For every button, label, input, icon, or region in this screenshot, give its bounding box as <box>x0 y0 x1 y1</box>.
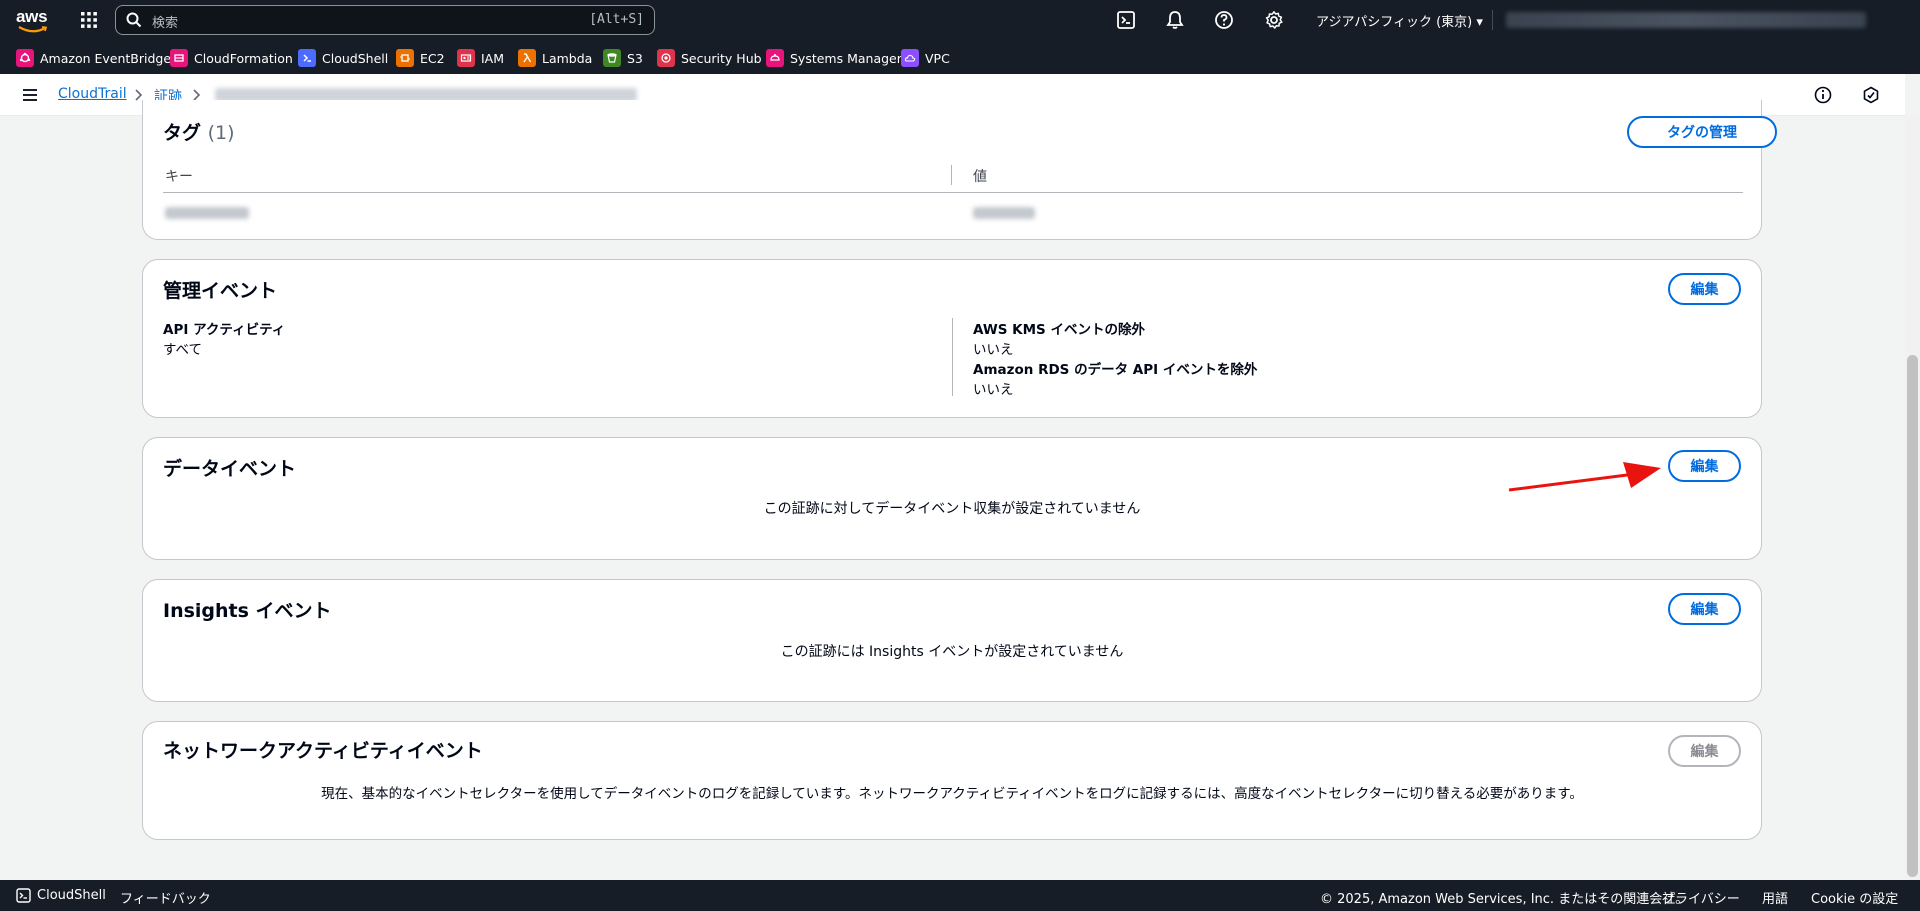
settings-gear-icon[interactable] <box>1264 10 1284 30</box>
help-icon[interactable] <box>1214 10 1234 30</box>
cloudshell-footer-icon[interactable] <box>16 888 31 903</box>
management-events-panel: 管理イベント 編集 API アクティビティ すべて AWS KMS イベントの除… <box>142 259 1762 418</box>
info-icon[interactable] <box>1814 86 1832 104</box>
systems-manager-icon <box>766 49 784 67</box>
footer-copyright: © 2025, Amazon Web Services, Inc. またはその関… <box>1320 892 1689 907</box>
favorite-lambda[interactable]: Lambda <box>518 48 592 68</box>
account-menu-blurred[interactable] <box>1506 12 1866 28</box>
tags-panel: タグ (1) タグの管理 キー 値 <box>142 100 1777 240</box>
insights-events-title: Insights イベント <box>163 600 332 622</box>
aws-logo-text: aws <box>16 7 48 26</box>
favorite-label: S3 <box>627 50 643 66</box>
rds-exclusion-label: Amazon RDS のデータ API イベントを除外 <box>973 362 1258 378</box>
network-activity-events-panel: ネットワークアクティビティイベント 編集 現在、基本的なイベントセレクターを使用… <box>142 721 1762 840</box>
top-nav-main-row: aws 検索 [Alt+S] アジアパシフィック (東京) ▾ <box>0 0 1920 40</box>
top-navigation: aws 検索 [Alt+S] アジアパシフィック (東京) ▾ Amazon E… <box>0 0 1920 74</box>
favorite-label: Amazon EventBridge <box>40 50 172 66</box>
data-events-title: データイベント <box>163 458 297 480</box>
region-selector[interactable]: アジアパシフィック (東京) ▾ <box>1316 11 1483 30</box>
aws-smile-icon <box>18 26 48 33</box>
footer-privacy-link[interactable]: プライバシー <box>1662 888 1740 907</box>
favorite-label: CloudShell <box>322 50 389 66</box>
column-divider <box>952 318 953 396</box>
kms-exclusion-value: いいえ <box>973 342 1014 358</box>
insights-events-panel: Insights イベント 編集 この証跡には Insights イベントが設定… <box>142 579 1762 702</box>
manage-tags-button[interactable]: タグの管理 <box>1627 116 1777 148</box>
favorite-vpc[interactable]: VPC <box>901 48 950 68</box>
search-input[interactable]: 検索 [Alt+S] <box>115 5 655 35</box>
footer-cloudshell-link[interactable]: CloudShell <box>37 888 106 903</box>
favorite-label: Lambda <box>542 50 593 66</box>
management-events-title: 管理イベント <box>163 280 278 302</box>
column-header-key[interactable]: キー <box>165 166 193 186</box>
edit-network-activity-events-button[interactable]: 編集 <box>1668 735 1741 767</box>
eventbridge-icon <box>16 49 34 67</box>
s3-bucket-icon <box>603 49 621 67</box>
security-hub-icon <box>657 49 675 67</box>
insights-events-empty-message: この証跡には Insights イベントが設定されていません <box>780 644 1124 660</box>
aws-logo[interactable]: aws <box>16 7 50 33</box>
nav-divider <box>1492 10 1493 30</box>
api-activity-value: すべて <box>163 342 203 358</box>
edit-management-events-button[interactable]: 編集 <box>1668 273 1741 305</box>
breadcrumb-cloudtrail[interactable]: CloudTrail <box>58 86 127 102</box>
column-header-value[interactable]: 値 <box>973 166 987 186</box>
cloudshell-service-icon <box>298 49 316 67</box>
tag-key-blurred <box>165 207 249 219</box>
edit-data-events-button[interactable]: 編集 <box>1668 450 1741 482</box>
favorite-label: Security Hub <box>681 50 762 66</box>
footer: CloudShell フィードバック © 2025, Amazon Web Se… <box>0 880 1920 911</box>
favorite-iam[interactable]: IAM <box>457 48 504 68</box>
edit-insights-events-button[interactable]: 編集 <box>1668 593 1741 625</box>
network-activity-message: 現在、基本的なイベントセレクターを使用してデータイベントのログを記録しています。… <box>321 786 1583 802</box>
favorite-security-hub[interactable]: Security Hub <box>657 48 762 68</box>
data-events-empty-message: この証跡に対してデータイベント収集が設定されていません <box>763 501 1141 517</box>
favorite-eventbridge[interactable]: Amazon EventBridge <box>16 48 171 68</box>
search-shortcut: [Alt+S] <box>589 12 644 27</box>
favorite-label: CloudFormation <box>194 50 293 66</box>
search-icon <box>126 12 142 28</box>
search-placeholder: 検索 <box>152 16 179 31</box>
cloudshell-icon[interactable] <box>1116 10 1136 30</box>
cloudformation-icon <box>170 49 188 67</box>
favorite-cloudshell[interactable]: CloudShell <box>298 48 388 68</box>
rds-exclusion-value: いいえ <box>973 382 1014 398</box>
data-events-panel: データイベント 編集 この証跡に対してデータイベント収集が設定されていません <box>142 437 1762 560</box>
notifications-bell-icon[interactable] <box>1165 10 1185 30</box>
network-activity-events-title: ネットワークアクティビティイベント <box>163 740 483 762</box>
favorite-cloudformation[interactable]: CloudFormation <box>170 48 293 68</box>
favorites-bar: Amazon EventBridge CloudFormation CloudS… <box>0 40 1920 74</box>
tags-count: (1) <box>207 122 235 144</box>
red-arrow-annotation-icon <box>1508 462 1661 492</box>
column-divider <box>951 165 952 185</box>
tags-title: タグ (1) <box>163 122 235 144</box>
favorite-systems-manager[interactable]: Systems Manager <box>766 48 902 68</box>
favorite-label: Systems Manager <box>790 50 902 66</box>
api-activity-label: API アクティビティ <box>163 322 286 338</box>
favorite-s3[interactable]: S3 <box>603 48 643 68</box>
scrollbar-thumb[interactable] <box>1907 355 1918 877</box>
footer-feedback-link[interactable]: フィードバック <box>120 888 211 907</box>
footer-terms-link[interactable]: 用語 <box>1762 888 1788 907</box>
notifications-hexagon-icon[interactable] <box>1862 86 1880 104</box>
lambda-icon <box>518 49 536 67</box>
services-grid-icon[interactable] <box>80 11 98 29</box>
favorite-label: IAM <box>481 50 505 66</box>
vpc-cloud-icon <box>901 49 919 67</box>
favorite-label: VPC <box>925 50 950 66</box>
favorite-ec2[interactable]: EC2 <box>396 48 445 68</box>
table-header-divider <box>163 192 1743 193</box>
tag-value-blurred <box>973 207 1035 219</box>
menu-hamburger-icon[interactable] <box>22 88 38 102</box>
kms-exclusion-label: AWS KMS イベントの除外 <box>973 322 1145 338</box>
ec2-icon <box>396 49 414 67</box>
favorite-label: EC2 <box>420 50 445 66</box>
iam-icon <box>457 49 475 67</box>
footer-cookie-settings-link[interactable]: Cookie の設定 <box>1811 888 1898 907</box>
